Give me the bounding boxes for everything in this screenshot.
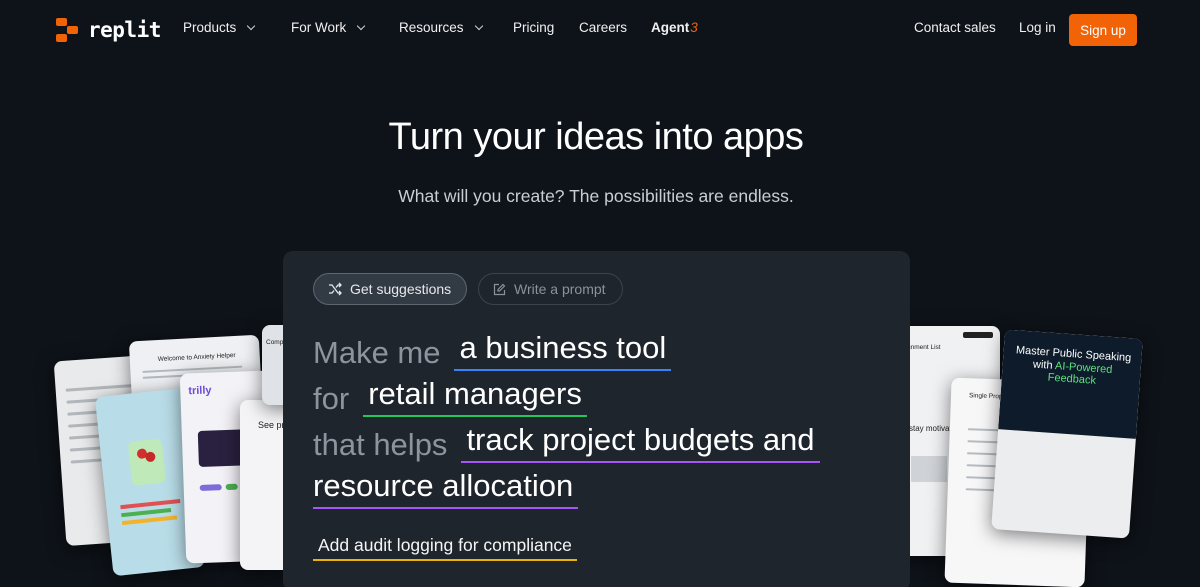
prompt-line-4: resource allocation (313, 468, 579, 510)
nav-products-label: Products (183, 20, 237, 35)
anxiety-helper-title: Welcome to Anxiety Helper (157, 351, 236, 364)
replit-logo-icon (56, 18, 78, 42)
prompt-static-text: for (313, 381, 350, 417)
prompt-fill-purpose-continued[interactable]: resource allocation (313, 468, 579, 510)
nav-careers[interactable]: Careers (579, 20, 627, 35)
shuffle-icon (329, 282, 342, 296)
agent-version-badge: 3 (690, 20, 698, 35)
chevron-down-icon (247, 21, 256, 30)
calendar-grid (911, 456, 947, 482)
contact-sales-label: Contact sales (914, 20, 996, 35)
prompt-line-1: Make me a business tool (313, 330, 672, 372)
nav-agent-label: Agent (651, 20, 690, 35)
chevron-down-icon (474, 21, 483, 30)
edit-icon (493, 283, 506, 295)
score-bar-yellow (121, 515, 178, 526)
chevron-down-icon (357, 21, 366, 30)
nav-agent[interactable]: Agent 3 (651, 20, 698, 35)
nav-for-work-label: For Work (291, 20, 347, 35)
trilly-title: trilly (188, 384, 212, 398)
contact-sales-link[interactable]: Contact sales (914, 20, 996, 35)
signup-label: Sign up (1080, 22, 1126, 38)
comp-text: Comp (266, 339, 284, 346)
nav-products[interactable]: Products (183, 20, 256, 35)
nav-pricing[interactable]: Pricing (513, 20, 554, 35)
tab-get-suggestions-label: Get suggestions (350, 281, 452, 297)
trilly-thumbnail (197, 429, 245, 467)
prompt-panel: Get suggestions Write a prompt Make me a… (283, 251, 910, 587)
logo-text: replit (88, 18, 161, 42)
trilly-tag-green (225, 483, 238, 491)
tab-get-suggestions[interactable]: Get suggestions (313, 273, 467, 305)
tab-write-a-prompt[interactable]: Write a prompt (478, 273, 623, 305)
hero-title: Turn your ideas into apps (388, 116, 804, 158)
assignment-badge (963, 332, 993, 338)
hero-subtitle: What will you create? The possibilities … (398, 186, 794, 206)
prompt-fill-app-type[interactable]: a business tool (454, 330, 672, 372)
speaking-tail-text: Feedback (1047, 371, 1097, 388)
nav-resources[interactable]: Resources (399, 20, 483, 35)
signup-button[interactable]: Sign up (1069, 14, 1137, 46)
top-navigation: replit Products For Work Resources Prici… (0, 0, 1200, 62)
score-bar-red (120, 498, 181, 510)
trilly-tag (199, 484, 222, 491)
prompt-line-2: for retail managers (313, 376, 587, 418)
nav-careers-label: Careers (579, 20, 628, 35)
login-label: Log in (1019, 20, 1056, 35)
nav-pricing-label: Pricing (513, 20, 555, 35)
see-text: See pr (258, 420, 285, 430)
prompt-fill-purpose[interactable]: track project budgets and (461, 422, 820, 464)
prompt-static-text: that helps (313, 427, 448, 463)
prompt-static-text: Make me (313, 335, 441, 371)
nav-resources-label: Resources (399, 20, 464, 35)
game-tile (127, 438, 167, 486)
nav-for-work[interactable]: For Work (291, 20, 366, 35)
prompt-addon-suggestion[interactable]: Add audit logging for compliance (313, 535, 577, 561)
replit-logo[interactable]: replit (56, 18, 161, 42)
preview-card-public-speaking: Master Public Speaking with AI-Powered F… (991, 329, 1143, 539)
assignment-text: gnment List (907, 344, 941, 351)
prompt-line-3: that helps track project budgets and (313, 422, 820, 464)
prompt-fill-audience[interactable]: retail managers (363, 376, 587, 418)
login-link[interactable]: Log in (1019, 20, 1056, 35)
tab-write-a-prompt-label: Write a prompt (514, 281, 606, 297)
